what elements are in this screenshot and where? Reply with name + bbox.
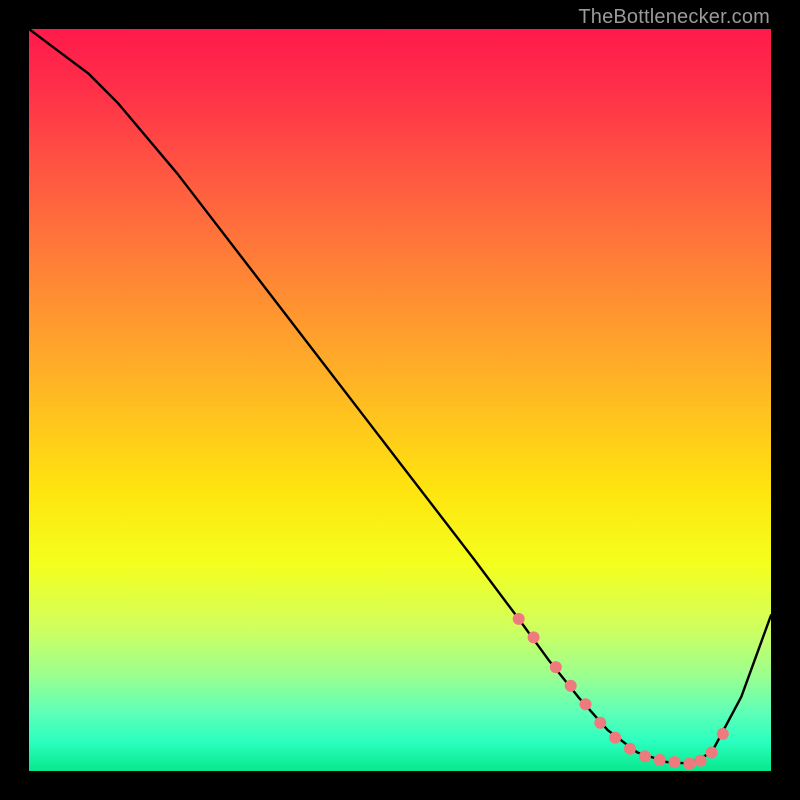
highlight-dot bbox=[550, 661, 562, 673]
plot-area bbox=[29, 29, 771, 771]
highlight-dots bbox=[513, 613, 729, 770]
highlight-dot bbox=[695, 755, 707, 767]
highlight-dot bbox=[580, 698, 592, 710]
highlight-dot bbox=[654, 754, 666, 766]
highlight-dot bbox=[669, 756, 681, 768]
curve-svg bbox=[29, 29, 771, 771]
chart-frame: TheBottlenecker.com bbox=[0, 0, 800, 800]
highlight-dot bbox=[594, 717, 606, 729]
highlight-dot bbox=[528, 631, 540, 643]
credit-text: TheBottlenecker.com bbox=[578, 6, 770, 29]
highlight-dot bbox=[717, 728, 729, 740]
highlight-dot bbox=[639, 750, 651, 762]
highlight-dot bbox=[565, 680, 577, 692]
highlight-dot bbox=[624, 743, 636, 755]
highlight-dot bbox=[706, 747, 718, 759]
highlight-dot bbox=[609, 732, 621, 744]
highlight-dot bbox=[683, 758, 695, 770]
bottleneck-curve bbox=[29, 29, 771, 764]
highlight-dot bbox=[513, 613, 525, 625]
